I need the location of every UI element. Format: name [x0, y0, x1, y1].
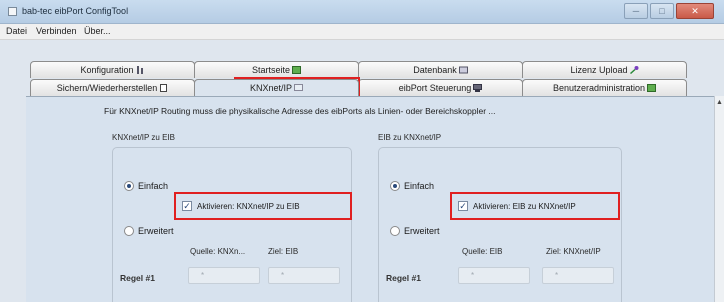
radio-dot: [390, 226, 400, 236]
title-bar: bab-tec eibPort ConfigTool ─ □ ✕: [0, 0, 724, 24]
rule1-target-field[interactable]: *: [542, 267, 614, 284]
tab-row-top: Konfiguration Startseite Datenbank Lizen…: [30, 61, 687, 78]
rule-label: Regel #1: [120, 273, 155, 283]
checkbox-highlight: [450, 192, 620, 220]
tab-label: Sichern/Wiederherstellen: [56, 83, 158, 93]
tab-label: Benutzeradministration: [552, 83, 646, 93]
close-icon: ✕: [691, 5, 699, 16]
tab-label: Datenbank: [413, 65, 457, 75]
window-title: bab-tec eibPort ConfigTool: [22, 6, 129, 16]
backup-icon: [159, 84, 168, 92]
radio-einfach[interactable]: Einfach: [124, 181, 168, 191]
network-icon: [294, 84, 304, 92]
tab-row-bottom: Sichern/Wiederherstellen KNXnet/IP eibPo…: [30, 79, 687, 96]
tab-eibport-steuerung[interactable]: eibPort Steuerung: [358, 79, 523, 96]
radio-label: Erweitert: [404, 226, 440, 236]
knxnet-panel: Für KNXnet/IP Routing muss die physikali…: [26, 96, 716, 302]
maximize-icon: □: [659, 6, 665, 16]
tab-knxnet-ip[interactable]: KNXnet/IP: [194, 79, 359, 96]
group-title: KNXnet/IP zu EIB: [112, 133, 175, 142]
radio-label: Einfach: [404, 181, 435, 191]
radio-dot: [390, 181, 400, 191]
column-target: Ziel: EIB: [268, 247, 299, 256]
home-page-icon: [292, 66, 302, 74]
tab-label: Konfiguration: [80, 65, 134, 75]
tab-label: eibPort Steuerung: [398, 83, 472, 93]
column-source: Quelle: KNXn...: [190, 247, 246, 256]
rule-label: Regel #1: [386, 273, 421, 283]
menu-datei[interactable]: Datei: [6, 26, 27, 36]
radio-einfach[interactable]: Einfach: [390, 181, 434, 191]
rule1-source-field[interactable]: *: [188, 267, 260, 284]
tab-label: KNXnet/IP: [249, 83, 293, 93]
menu-bar: Datei Verbinden Über...: [0, 24, 724, 40]
tab-label: Startseite: [251, 65, 291, 75]
scroll-up-icon[interactable]: ▲: [716, 99, 723, 106]
database-icon: [458, 66, 468, 74]
minimize-icon: ─: [632, 6, 640, 16]
routing-description: Für KNXnet/IP Routing muss die physikali…: [104, 106, 496, 116]
radio-erweitert[interactable]: Erweitert: [390, 226, 440, 236]
column-target: Ziel: KNXnet/IP: [546, 247, 601, 256]
group-knxnet-to-eib: KNXnet/IP zu EIB Einfach ✓ Aktivieren: K…: [112, 133, 352, 302]
radio-dot: [124, 181, 134, 191]
radio-erweitert[interactable]: Erweitert: [124, 226, 174, 236]
group-eib-to-knxnet: EIB zu KNXnet/IP Einfach ✓ Aktivieren: E…: [378, 133, 622, 302]
users-icon: [647, 84, 657, 92]
tab-label: Lizenz Upload: [570, 65, 628, 75]
window-controls: ─ □ ✕: [624, 3, 714, 20]
radio-label: Erweitert: [138, 226, 174, 236]
key-icon: [629, 66, 639, 75]
minimize-button[interactable]: ─: [624, 3, 648, 19]
maximize-button[interactable]: □: [650, 3, 674, 19]
tab-benutzeradministration[interactable]: Benutzeradministration: [522, 79, 687, 96]
tab-datenbank[interactable]: Datenbank: [358, 61, 523, 78]
tab-konfiguration[interactable]: Konfiguration: [30, 61, 195, 78]
group-title: EIB zu KNXnet/IP: [378, 133, 442, 142]
column-source: Quelle: EIB: [462, 247, 503, 256]
close-button[interactable]: ✕: [676, 3, 714, 19]
rule1-source-field[interactable]: *: [458, 267, 530, 284]
control-icon: [473, 84, 483, 92]
radio-label: Einfach: [138, 181, 169, 191]
settings-icon: [136, 66, 145, 74]
vertical-scrollbar[interactable]: ▲: [714, 96, 724, 302]
tab-startseite[interactable]: Startseite: [194, 61, 359, 78]
tab-lizenz-upload[interactable]: Lizenz Upload: [522, 61, 687, 78]
app-icon: [8, 7, 17, 16]
checkbox-highlight: [174, 192, 352, 220]
menu-verbinden[interactable]: Verbinden: [36, 26, 77, 36]
tab-sichern-wiederherstellen[interactable]: Sichern/Wiederherstellen: [30, 79, 195, 96]
menu-ueber[interactable]: Über...: [84, 26, 111, 36]
rule1-target-field[interactable]: *: [268, 267, 340, 284]
radio-dot: [124, 226, 134, 236]
